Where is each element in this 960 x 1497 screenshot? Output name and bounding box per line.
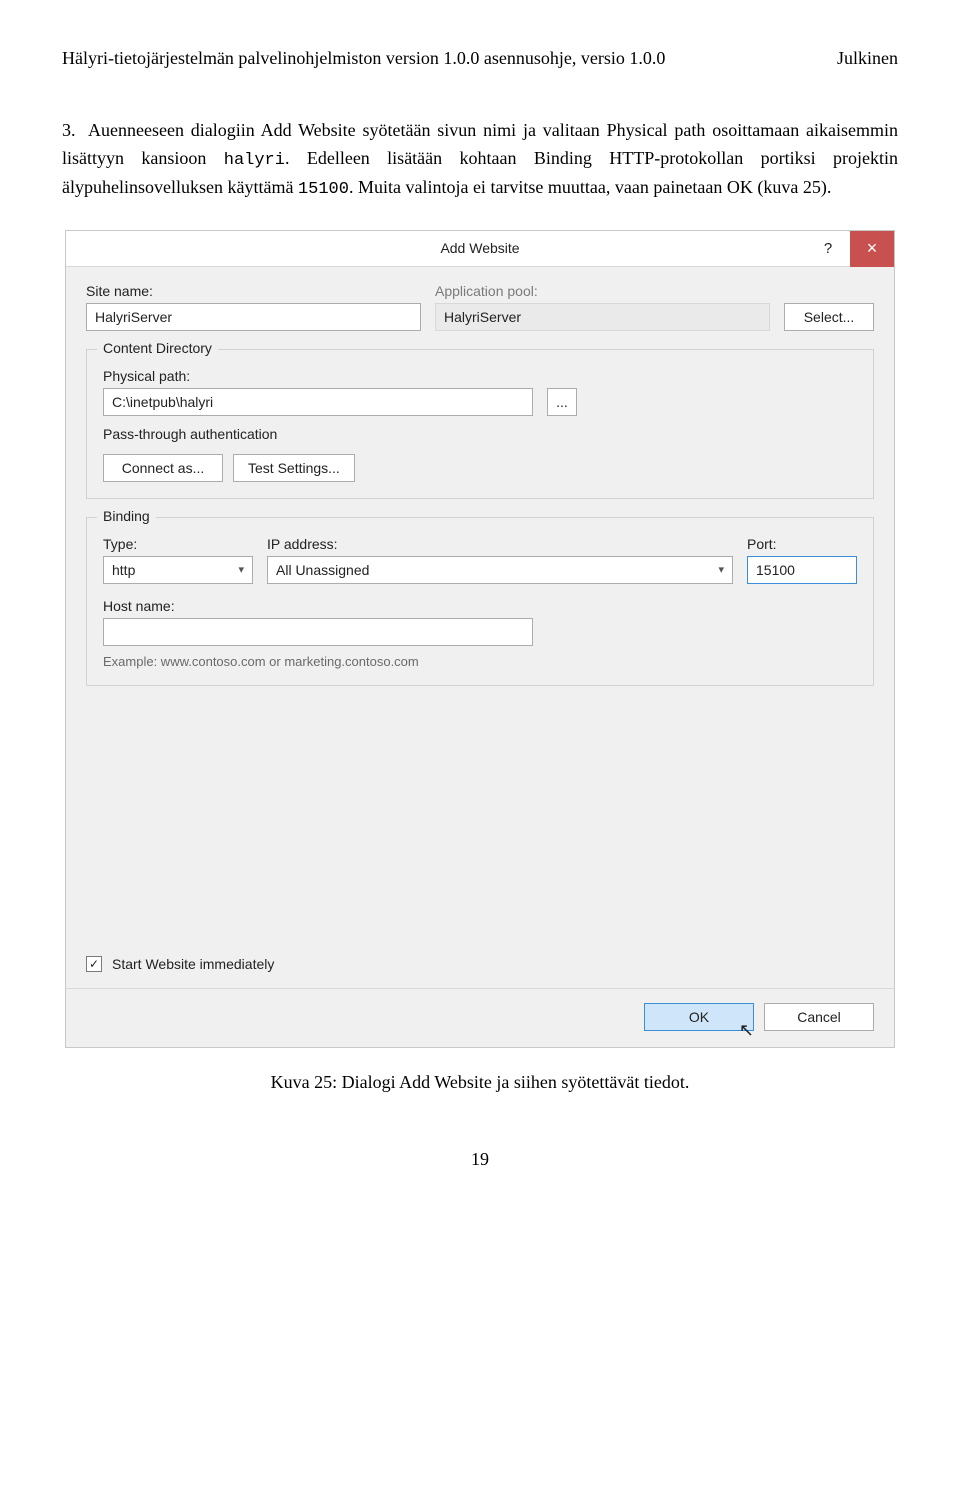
- para-code-2: 15100: [298, 180, 349, 199]
- type-label: Type:: [103, 536, 253, 552]
- type-value: http: [112, 557, 135, 583]
- cancel-button[interactable]: Cancel: [764, 1003, 874, 1031]
- test-settings-button[interactable]: Test Settings...: [233, 454, 355, 482]
- site-name-input[interactable]: HalyriServer: [86, 303, 421, 331]
- ip-select[interactable]: All Unassigned ▾: [267, 556, 733, 584]
- page-number: 19: [62, 1149, 898, 1170]
- pass-through-label: Pass-through authentication: [103, 426, 857, 442]
- type-select[interactable]: http ▾: [103, 556, 253, 584]
- page-header: Hälyri-tietojärjestelmän palvelinohjelmi…: [62, 48, 898, 69]
- chevron-down-icon: ▾: [238, 557, 244, 583]
- physical-path-label: Physical path:: [103, 368, 857, 384]
- header-left: Hälyri-tietojärjestelmän palvelinohjelmi…: [62, 48, 665, 69]
- port-label: Port:: [747, 536, 857, 552]
- host-name-label: Host name:: [103, 598, 857, 614]
- select-app-pool-button[interactable]: Select...: [784, 303, 874, 331]
- close-button[interactable]: ×: [850, 231, 894, 267]
- physical-path-input[interactable]: C:\inetpub\halyri: [103, 388, 533, 416]
- host-name-example: Example: www.contoso.com or marketing.co…: [103, 654, 857, 669]
- binding-legend: Binding: [97, 508, 156, 524]
- site-name-label: Site name:: [86, 283, 421, 299]
- browse-path-button[interactable]: ...: [547, 388, 577, 416]
- content-directory-legend: Content Directory: [97, 340, 218, 356]
- host-name-input[interactable]: [103, 618, 533, 646]
- start-immediately-row[interactable]: ✓ Start Website immediately: [86, 946, 874, 988]
- dialog-title: Add Website: [440, 240, 519, 256]
- help-button[interactable]: ?: [806, 231, 850, 267]
- close-icon: ×: [867, 238, 878, 259]
- add-website-dialog: Add Website ? × Site name: HalyriServer …: [65, 230, 895, 1048]
- binding-group: Binding Type: http ▾ IP address: All Una…: [86, 517, 874, 686]
- para-code-1: halyri: [224, 151, 285, 170]
- instruction-paragraph: 3.Auenneeseen dialogiin Add Website syöt…: [62, 117, 898, 204]
- ok-button[interactable]: OK: [644, 1003, 754, 1031]
- para-text-3: . Muita valintoja ei tarvitse muuttaa, v…: [349, 177, 831, 197]
- dialog-titlebar: Add Website ? ×: [66, 231, 894, 267]
- app-pool-display: HalyriServer: [435, 303, 770, 331]
- ip-value: All Unassigned: [276, 557, 369, 583]
- connect-as-button[interactable]: Connect as...: [103, 454, 223, 482]
- app-pool-label: Application pool:: [435, 283, 770, 299]
- list-number: 3.: [62, 117, 88, 145]
- port-input[interactable]: 15100: [747, 556, 857, 584]
- content-directory-group: Content Directory Physical path: C:\inet…: [86, 349, 874, 499]
- ip-label: IP address:: [267, 536, 733, 552]
- start-immediately-label: Start Website immediately: [112, 956, 274, 972]
- start-immediately-checkbox[interactable]: ✓: [86, 956, 102, 972]
- dialog-footer: OK Cancel ↖: [66, 988, 894, 1047]
- header-right: Julkinen: [837, 48, 898, 69]
- chevron-down-icon: ▾: [718, 557, 724, 583]
- figure-caption: Kuva 25: Dialogi Add Website ja siihen s…: [62, 1072, 898, 1093]
